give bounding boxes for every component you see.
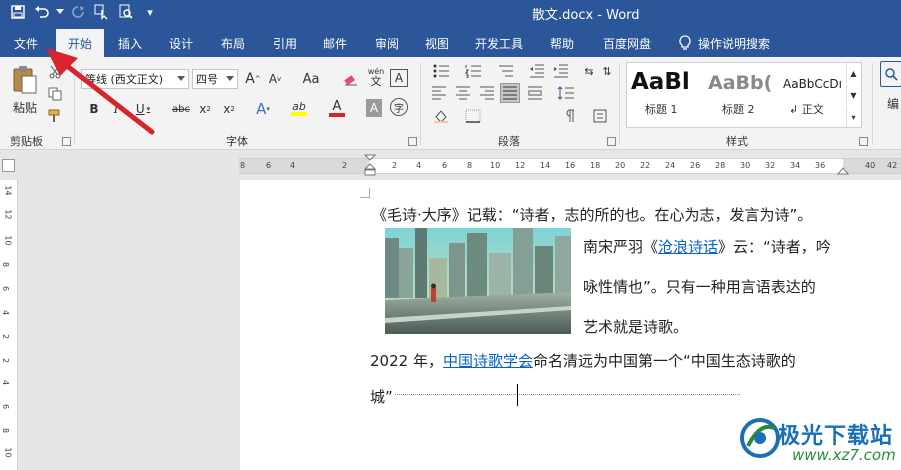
watermark-url: www.xz7.com bbox=[792, 446, 896, 464]
watermark-logo-icon bbox=[740, 418, 780, 458]
annotation-arrow bbox=[46, 48, 155, 135]
watermark: 极光下载站 www.xz7.com bbox=[740, 413, 901, 470]
